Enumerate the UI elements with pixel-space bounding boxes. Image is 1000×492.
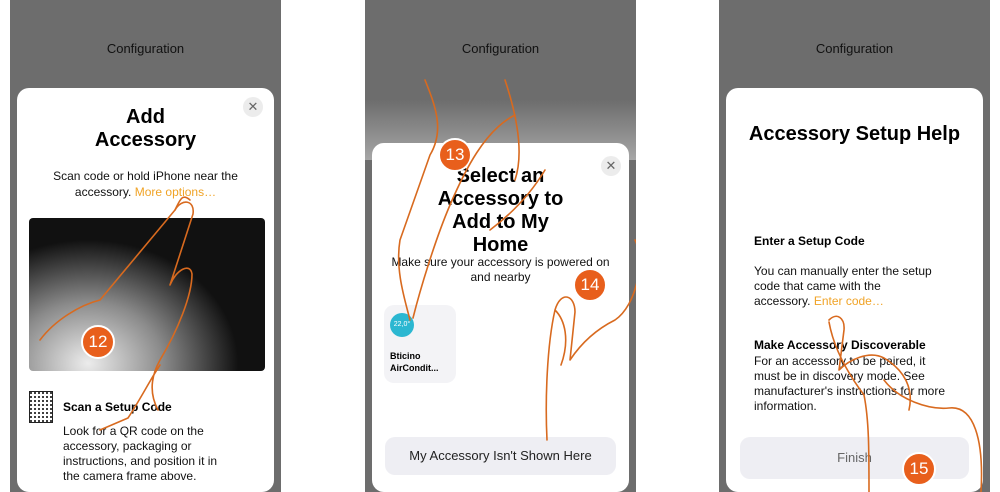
setup-help-sheet: Accessory Setup Help Enter a Setup Code …: [726, 88, 983, 492]
screen-add-accessory: Configuration ✕ Add Accessory Scan code …: [10, 0, 281, 492]
enter-code-section-title: Enter a Setup Code: [754, 234, 865, 248]
accessory-name-line2: AirCondit...: [390, 363, 439, 373]
scan-setup-body: Look for a QR code on the accessory, pac…: [63, 424, 218, 483]
enter-code-link[interactable]: Enter code…: [814, 294, 884, 308]
screen-header-title: Configuration: [461, 41, 540, 56]
camera-viewfinder: [29, 218, 265, 371]
sheet-title: Add Accessory: [94, 106, 197, 151]
step-badge-12: 12: [81, 325, 115, 359]
add-accessory-sheet: ✕ Add Accessory Scan code or hold iPhone…: [17, 88, 274, 492]
more-options-link[interactable]: More options…: [135, 185, 216, 199]
screen-accessory-setup-help: Configuration Accessory Setup Help Enter…: [719, 0, 990, 492]
accessory-tile[interactable]: 22,0° Bticino AirCondit...: [384, 305, 456, 383]
sheet-subtitle: Scan code or hold iPhone near the access…: [39, 168, 252, 200]
select-accessory-sheet: ✕ Select an Accessory to Add to My Home …: [372, 143, 629, 492]
sheet-title: Select an Accessory to Add to My Home: [437, 165, 564, 256]
screen-select-accessory: Configuration ✕ Select an Accessory to A…: [365, 0, 636, 492]
discoverable-section-title: Make Accessory Discoverable: [754, 338, 926, 352]
enter-code-section-body: You can manually enter the setup code th…: [754, 264, 939, 309]
sheet-title: Accessory Setup Help: [748, 123, 961, 145]
step-badge-15: 15: [902, 452, 936, 486]
step-badge-13: 13: [438, 138, 472, 172]
screen-header-title: Configuration: [106, 41, 185, 56]
accessory-not-shown-button[interactable]: My Accessory Isn't Shown Here: [385, 437, 616, 475]
close-icon[interactable]: ✕: [243, 97, 263, 117]
step-badge-14: 14: [573, 268, 607, 302]
qr-code-icon: [29, 391, 53, 423]
close-icon[interactable]: ✕: [601, 156, 621, 176]
screen-header-title: Configuration: [815, 41, 894, 56]
discoverable-section-body: For an accessory to be paired, it must b…: [754, 354, 946, 413]
scan-setup-title: Scan a Setup Code: [63, 400, 172, 414]
accessory-temp-indicator: 22,0°: [390, 313, 414, 337]
accessory-name-line1: Bticino: [390, 351, 421, 361]
